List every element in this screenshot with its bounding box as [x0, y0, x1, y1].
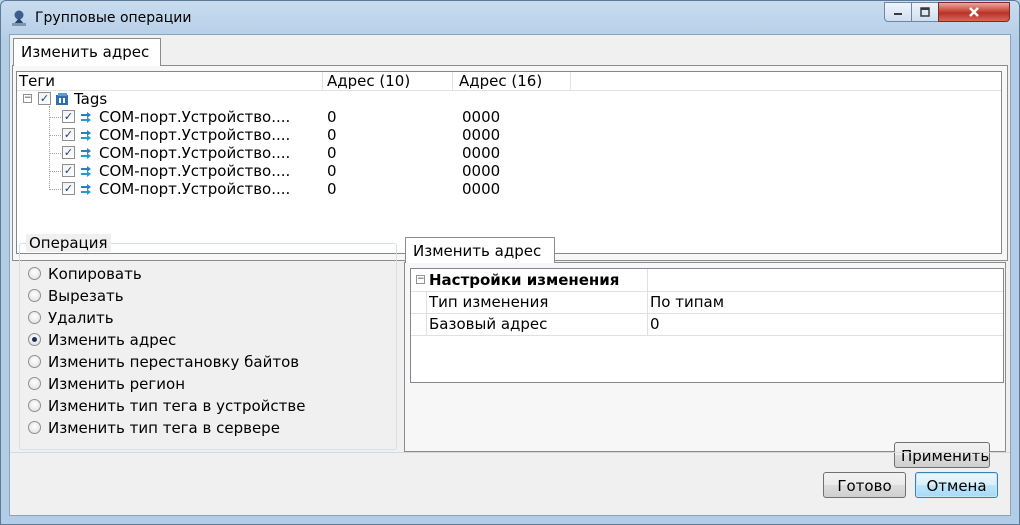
tag-arrows-icon [81, 148, 91, 159]
row-addr10: 0 [327, 144, 337, 162]
row-tag-name: COM-порт.Устройство.... [99, 180, 291, 198]
radio-label: Вырезать [48, 287, 124, 305]
radio-button[interactable] [28, 267, 41, 280]
row-addr10: 0 [327, 126, 337, 144]
tab-change-address-right[interactable]: Изменить адрес [405, 237, 555, 263]
tag-arrows-icon [81, 130, 91, 141]
column-header-addr10[interactable]: Адрес (10) [323, 72, 453, 90]
radio-label: Изменить тип тега в сервере [48, 419, 280, 437]
row-checkbox[interactable]: ✓ [62, 128, 75, 141]
radio-button-selected[interactable] [28, 333, 41, 346]
table-row[interactable]: ✓ COM-порт.Устройство.... 0 0000 [17, 126, 1001, 144]
row-checkbox[interactable]: ✓ [62, 164, 75, 177]
property-value[interactable]: По типам [650, 291, 724, 313]
grid-divider [647, 269, 648, 335]
dialog-window: Групповые операции Изменить адрес Теги А… [0, 0, 1020, 525]
divider [10, 452, 1010, 453]
tags-folder-icon [56, 93, 68, 105]
row-checkbox[interactable]: ✓ [62, 110, 75, 123]
table-row[interactable]: ✓ COM-порт.Устройство.... 0 0000 [17, 108, 1001, 126]
row-addr10: 0 [327, 180, 337, 198]
radio-button[interactable] [28, 377, 41, 390]
tab-label: Изменить адрес [413, 242, 542, 260]
row-tag-name: COM-порт.Устройство.... [99, 162, 291, 180]
property-row[interactable]: Базовый адрес 0 [411, 313, 1003, 336]
collapse-icon[interactable]: − [416, 275, 425, 284]
tag-arrows-icon [81, 166, 91, 177]
tab-label: Изменить адрес [21, 43, 150, 61]
row-tag-name: COM-порт.Устройство.... [99, 126, 291, 144]
column-header-tags[interactable]: Теги [17, 72, 323, 90]
row-checkbox[interactable]: ✓ [62, 146, 75, 159]
column-header-addr16[interactable]: Адрес (16) [453, 72, 571, 90]
radio-label: Изменить регион [48, 375, 186, 393]
row-tag-name: COM-порт.Устройство.... [99, 108, 291, 126]
tag-arrows-icon [81, 112, 91, 123]
row-addr16: 0000 [462, 162, 501, 180]
cancel-button[interactable]: Отмена [915, 472, 998, 498]
radio-label: Копировать [48, 265, 142, 283]
property-key: Тип изменения [429, 293, 549, 311]
settings-panel: − Настройки изменения Тип изменения По т… [404, 262, 1006, 468]
tags-panel: Теги Адрес (10) Адрес (16) − ✓ Tags ✓ CO… [12, 65, 1008, 261]
table-row[interactable]: ✓ COM-порт.Устройство.... 0 0000 [17, 144, 1001, 162]
row-addr16: 0000 [462, 180, 501, 198]
property-section-row[interactable]: − Настройки изменения [411, 269, 1003, 292]
property-row[interactable]: Тип изменения По типам [411, 291, 1003, 314]
row-tag-name: COM-порт.Устройство.... [99, 144, 291, 162]
radio-label: Изменить адрес [48, 331, 177, 349]
tags-tree[interactable]: Теги Адрес (10) Адрес (16) − ✓ Tags ✓ CO… [16, 71, 1002, 254]
table-row[interactable]: ✓ COM-порт.Устройство.... 0 0000 [17, 180, 1001, 198]
section-title: Настройки изменения [429, 271, 620, 289]
minimize-button[interactable] [884, 2, 912, 22]
radio-button[interactable] [28, 355, 41, 368]
tab-change-address-top[interactable]: Изменить адрес [13, 38, 161, 66]
row-checkbox[interactable]: ✓ [62, 182, 75, 195]
property-grid[interactable]: − Настройки изменения Тип изменения По т… [410, 268, 1004, 383]
maximize-icon [920, 7, 930, 17]
title-bar[interactable]: Групповые операции [1, 1, 1019, 35]
done-button[interactable]: Готово [823, 472, 906, 498]
radio-label: Изменить тип тега в устройстве [48, 397, 306, 415]
maximize-button[interactable] [911, 2, 939, 22]
radio-button[interactable] [28, 421, 41, 434]
tree-header: Теги Адрес (10) Адрес (16) [17, 72, 1001, 91]
radio-button[interactable] [28, 399, 41, 412]
root-label: Tags [74, 90, 108, 108]
radio-button[interactable] [28, 289, 41, 302]
radio-label: Изменить перестановку байтов [48, 353, 300, 371]
property-value[interactable]: 0 [650, 313, 660, 335]
root-checkbox[interactable]: ✓ [38, 92, 51, 105]
row-addr16: 0000 [462, 126, 501, 144]
radio-label: Удалить [48, 309, 114, 327]
app-logo-icon [12, 10, 26, 26]
row-addr16: 0000 [462, 108, 501, 126]
radio-button[interactable] [28, 311, 41, 324]
dialog-client-area: Изменить адрес Теги Адрес (10) Адрес (16… [9, 34, 1011, 516]
apply-button[interactable]: Применить [894, 442, 990, 468]
close-icon [969, 7, 979, 17]
window-title: Групповые операции [35, 10, 192, 26]
row-addr10: 0 [327, 108, 337, 126]
operation-group-label: Операция [26, 234, 111, 252]
tag-arrows-icon [81, 184, 91, 195]
operation-group: Операция Копировать Вырезать Удалить Изм… [19, 234, 397, 450]
minimize-icon [894, 13, 902, 15]
close-button[interactable] [938, 2, 1010, 22]
property-key: Базовый адрес [429, 315, 548, 333]
table-row[interactable]: ✓ COM-порт.Устройство.... 0 0000 [17, 162, 1001, 180]
row-addr16: 0000 [462, 144, 501, 162]
tree-root-row[interactable]: − ✓ Tags [17, 90, 1001, 108]
row-addr10: 0 [327, 162, 337, 180]
grid-divider [426, 291, 427, 335]
collapse-icon[interactable]: − [23, 94, 32, 103]
